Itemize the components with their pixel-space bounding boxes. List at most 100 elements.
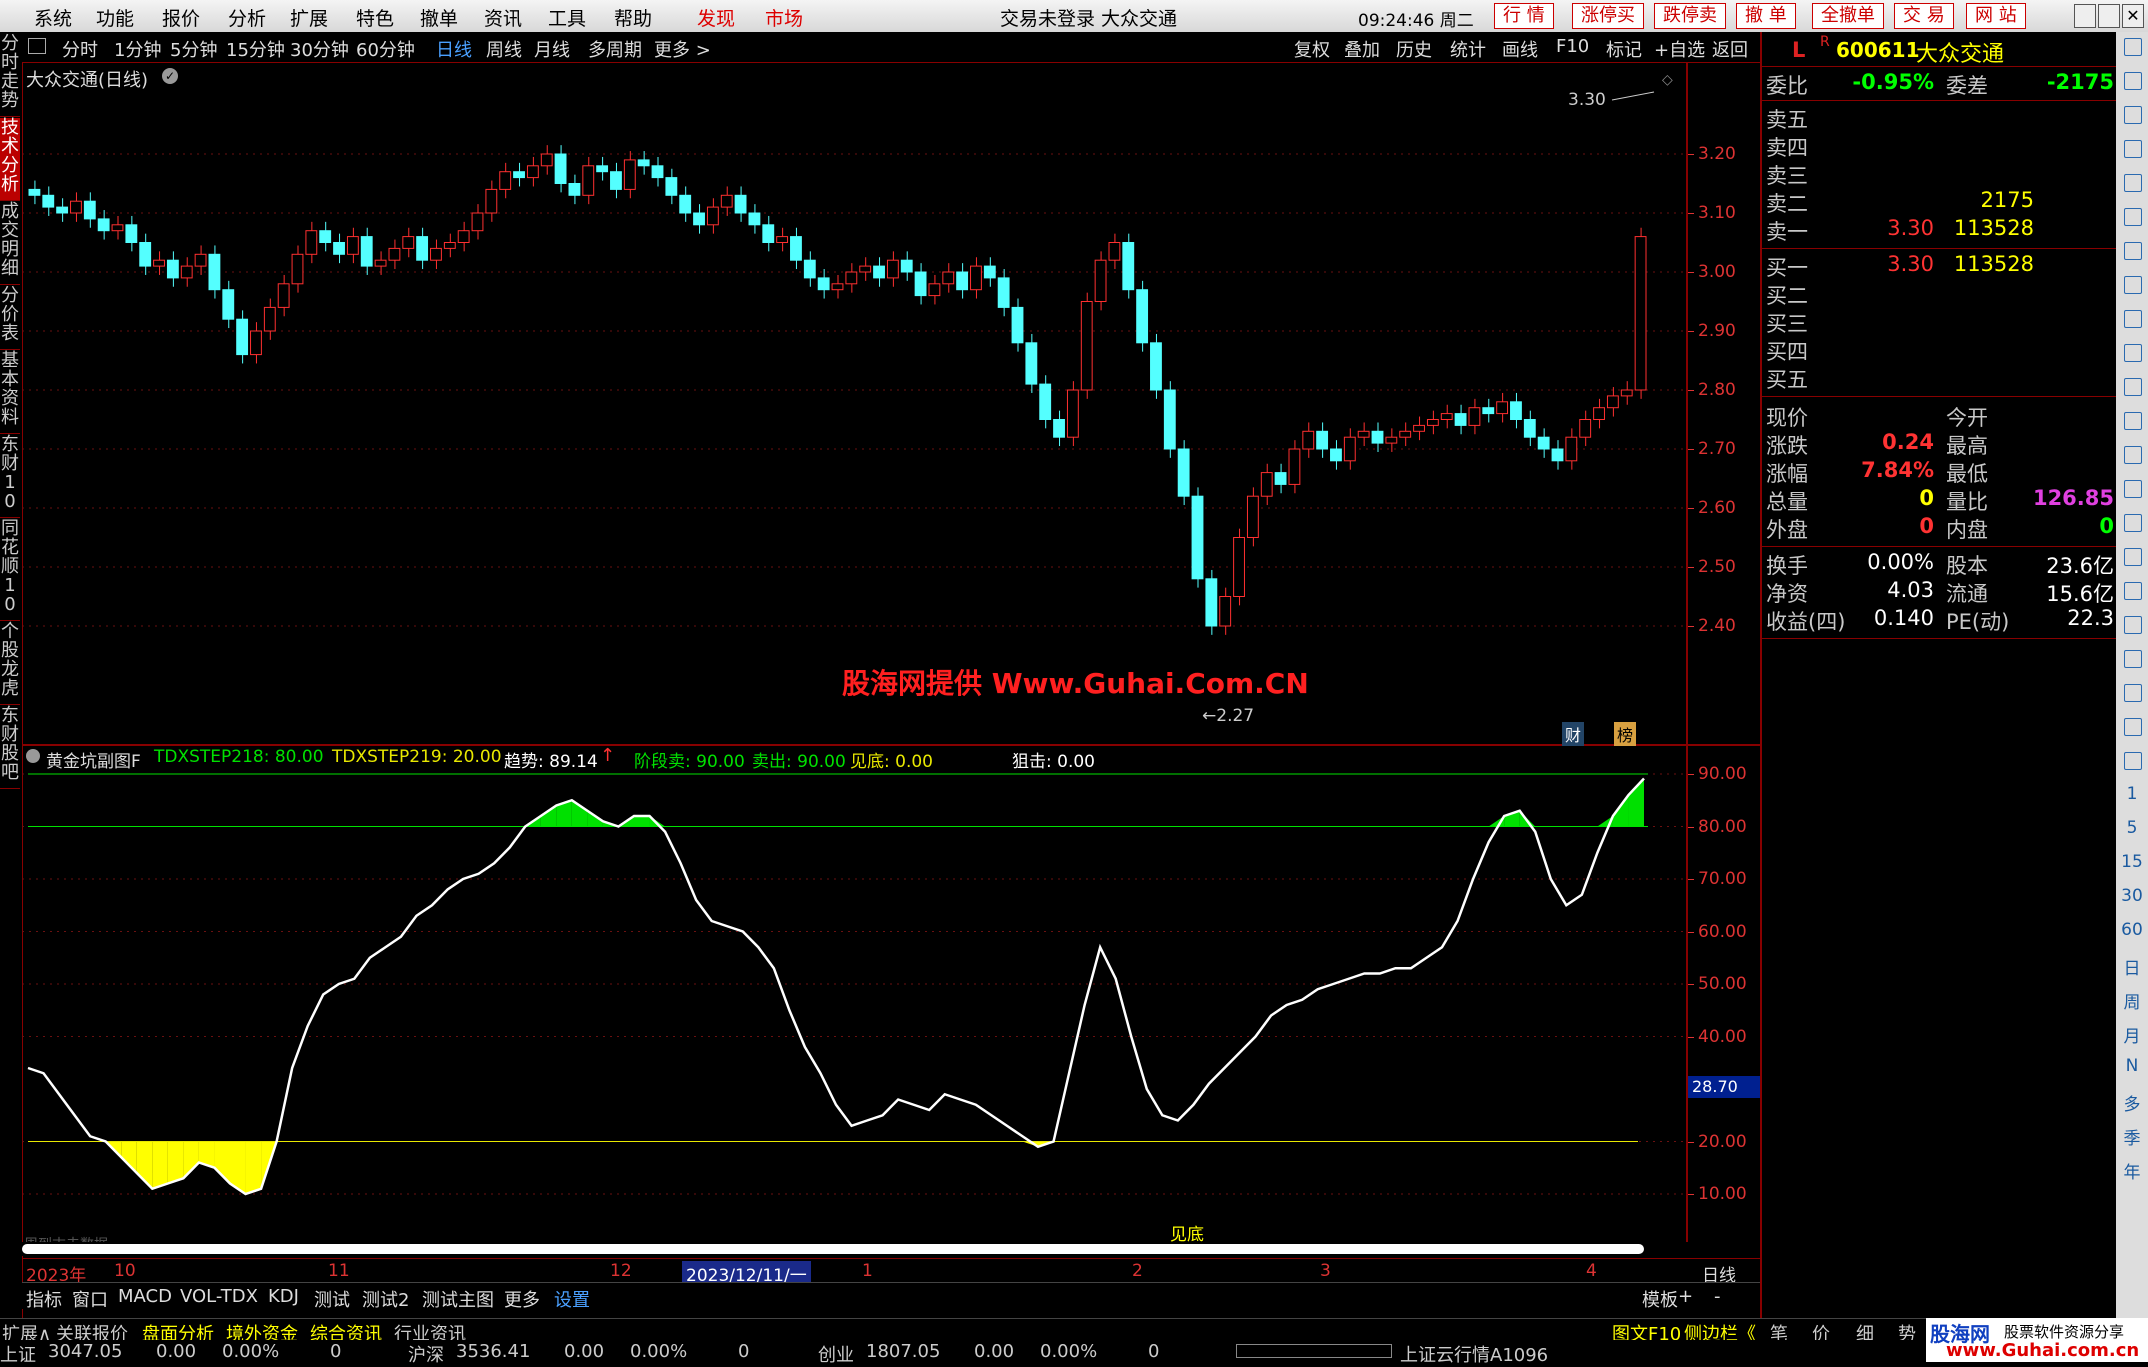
left-nav-tab-1[interactable]: 技术分析 [0, 118, 20, 201]
period-tab-1[interactable]: 1分钟 [114, 36, 161, 62]
left-nav-tab-4[interactable]: 基本资料 [0, 351, 20, 434]
menu-item-6[interactable]: 撤单 [420, 4, 458, 31]
tool-icon[interactable] [2124, 718, 2142, 736]
bottom-right-2[interactable]: - [1714, 1286, 1721, 1307]
scrollbar[interactable] [22, 1242, 1686, 1256]
diamond-icon[interactable]: ◇ [1662, 72, 1673, 88]
left-nav-tab-2[interactable]: 成交明细 [0, 202, 20, 285]
menu-button-1[interactable]: 涨停买 [1572, 3, 1644, 29]
chart-tool-3[interactable]: 统计 [1450, 36, 1486, 62]
menu-item-4[interactable]: 扩展 [290, 4, 328, 31]
index-name[interactable]: 创业 [818, 1341, 854, 1367]
maximize-button[interactable] [2098, 4, 2120, 28]
menu-button-4[interactable]: 全撤单 [1812, 3, 1884, 29]
period-shortcut-7[interactable]: 月 [2116, 1022, 2148, 1047]
bottom-right-0[interactable]: 模板 [1642, 1286, 1678, 1312]
finance-badge[interactable]: 财 [1562, 722, 1585, 746]
tool-icon[interactable] [2124, 106, 2142, 124]
chart-tool-1[interactable]: 叠加 [1344, 36, 1380, 62]
indicator-tab-9[interactable]: 设置 [554, 1286, 590, 1312]
chart-tool-2[interactable]: 历史 [1396, 36, 1432, 62]
menu-item-7[interactable]: 资讯 [484, 4, 522, 31]
left-nav-tab-5[interactable]: 东财10 [0, 435, 20, 518]
chart-tool-4[interactable]: 画线 [1502, 36, 1538, 62]
left-nav-tab-7[interactable]: 个股龙虎 [0, 622, 20, 705]
menu-item-5[interactable]: 特色 [356, 4, 394, 31]
indicator-tab-0[interactable]: 指标 [26, 1286, 62, 1312]
left-nav-tab-8[interactable]: 东财股吧 [0, 706, 20, 789]
period-tab-4[interactable]: 30分钟 [290, 36, 349, 62]
period-shortcut-6[interactable]: 周 [2116, 988, 2148, 1013]
tool-icon[interactable] [2124, 412, 2142, 430]
menu-item-2[interactable]: 报价 [162, 4, 200, 31]
period-tab-0[interactable]: 分时 [62, 36, 98, 62]
indicator-tab-6[interactable]: 测试2 [362, 1286, 409, 1312]
tool-icon[interactable] [2124, 140, 2142, 158]
period-shortcut-9[interactable]: 多 [2116, 1090, 2148, 1115]
period-shortcut-2[interactable]: 15 [2116, 852, 2148, 872]
tool-icon[interactable] [2124, 582, 2142, 600]
index-name[interactable]: 沪深 [408, 1341, 444, 1367]
left-nav-tab-3[interactable]: 分价表 [0, 286, 20, 350]
chart-tool-5[interactable]: F10 [1556, 36, 1589, 57]
tool-icon[interactable] [2124, 446, 2142, 464]
menu-item-0[interactable]: 系统 [34, 4, 72, 31]
index-name[interactable]: 上证 [0, 1341, 36, 1367]
tool-icon[interactable] [2124, 72, 2142, 90]
tool-icon[interactable] [2124, 208, 2142, 226]
tool-icon[interactable] [2124, 276, 2142, 294]
main-chart-panel[interactable]: 大众交通(日线) ✓ 3.30 ←2.27 股海网提供 Www.Guhai.Co… [22, 62, 1760, 746]
close-icon[interactable]: ✕ [2122, 4, 2144, 28]
indicator-tab-1[interactable]: 窗口 [72, 1286, 108, 1312]
menu-item-8[interactable]: 工具 [548, 4, 586, 31]
indicator-tab-4[interactable]: KDJ [268, 1286, 299, 1307]
ticker[interactable]: 上证云行情A1096 [1400, 1341, 1548, 1367]
indicator-panel[interactable]: 黄金坑副图F TDXSTEP218: 80.00 TDXSTEP219: 20.0… [22, 744, 1760, 1253]
period-tab-2[interactable]: 5分钟 [170, 36, 217, 62]
tool-icon[interactable] [2124, 480, 2142, 498]
period-tab-7[interactable]: 周线 [486, 36, 522, 62]
menu-button-0[interactable]: 行 情 [1494, 3, 1554, 29]
menu-item-3[interactable]: 分析 [228, 4, 266, 31]
chart-tool-7[interactable]: +自选 [1654, 36, 1705, 62]
chart-tool-0[interactable]: 复权 [1294, 36, 1330, 62]
indicator-tab-3[interactable]: VOL-TDX [180, 1286, 258, 1307]
menu-market[interactable]: 市场 [765, 4, 803, 31]
period-tab-3[interactable]: 15分钟 [226, 36, 285, 62]
left-nav-tab-6[interactable]: 同花顺10 [0, 519, 20, 621]
period-tab-5[interactable]: 60分钟 [356, 36, 415, 62]
indicator-tab-7[interactable]: 测试主图 [422, 1286, 494, 1312]
menu-button-5[interactable]: 交 易 [1894, 3, 1954, 29]
tool-icon[interactable] [2124, 174, 2142, 192]
period-shortcut-5[interactable]: 日 [2116, 954, 2148, 979]
period-shortcut-11[interactable]: 年 [2116, 1158, 2148, 1183]
tool-icon[interactable] [2124, 242, 2142, 260]
indicator-tab-5[interactable]: 测试 [314, 1286, 350, 1312]
tool-icon[interactable] [2124, 650, 2142, 668]
tool-icon[interactable] [2124, 616, 2142, 634]
period-shortcut-10[interactable]: 季 [2116, 1124, 2148, 1149]
menu-item-9[interactable]: 帮助 [614, 4, 652, 31]
rank-badge[interactable]: 榜 [1614, 722, 1637, 746]
period-shortcut-0[interactable]: 1 [2116, 784, 2148, 804]
menu-discover[interactable]: 发现 [697, 4, 735, 31]
tool-icon[interactable] [2124, 378, 2142, 396]
indicator-tab-8[interactable]: 更多 [504, 1286, 540, 1312]
scrollbar-thumb[interactable] [22, 1244, 1644, 1254]
menu-button-2[interactable]: 跌停卖 [1654, 3, 1726, 29]
period-tab-10[interactable]: 更多 > [654, 36, 711, 62]
tool-icon[interactable] [2124, 310, 2142, 328]
menu-button-3[interactable]: 撤 单 [1736, 3, 1796, 29]
layout-icon[interactable] [28, 38, 46, 54]
menu-item-1[interactable]: 功能 [96, 4, 134, 31]
chart-tool-8[interactable]: 返回 [1712, 36, 1748, 62]
tool-icon[interactable] [2124, 38, 2142, 56]
tool-icon[interactable] [2124, 344, 2142, 362]
tool-icon[interactable] [2124, 752, 2142, 770]
minimize-button[interactable] [2074, 4, 2096, 28]
period-tab-6[interactable]: 日线 [436, 36, 472, 62]
chart-tool-6[interactable]: 标记 [1606, 36, 1642, 62]
period-tab-9[interactable]: 多周期 [588, 36, 642, 62]
period-tab-8[interactable]: 月线 [534, 36, 570, 62]
left-nav-tab-0[interactable]: 分时走势 [0, 34, 20, 117]
